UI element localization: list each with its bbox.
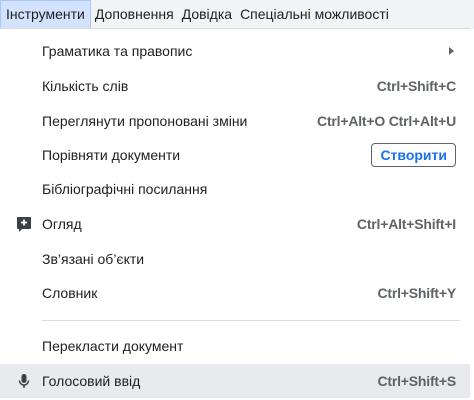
menu-item-label: Переглянути пропоновані зміни xyxy=(42,113,248,129)
menu-tools[interactable]: Інструменти xyxy=(0,0,91,28)
menu-item-shortcut: Ctrl+Alt+Shift+I xyxy=(356,216,456,232)
menu-item-label: Бібліографічні посилання xyxy=(42,181,208,197)
menu-item-label: Зв’язані об’єкти xyxy=(42,251,145,267)
menu-divider xyxy=(42,320,460,321)
menu-item-explore[interactable]: Огляд Ctrl+Alt+Shift+I xyxy=(0,207,470,241)
menu-item-dictionary[interactable]: Словник Ctrl+Shift+Y xyxy=(0,276,470,310)
menu-item-review-suggestions[interactable]: Переглянути пропоновані зміни Ctrl+Alt+O… xyxy=(0,104,470,138)
menu-bar: Інструменти Доповнення Довідка Спеціальн… xyxy=(0,0,474,29)
menu-item-shortcut: Ctrl+Alt+O Ctrl+Alt+U xyxy=(317,113,456,129)
menu-item-citations[interactable]: Бібліографічні посилання xyxy=(0,172,470,206)
microphone-icon xyxy=(16,373,32,389)
menu-item-word-count[interactable]: Кількість слів Ctrl+Shift+C xyxy=(0,69,470,103)
menu-item-compare-documents[interactable]: Порівняти документи Створити xyxy=(0,138,470,172)
menu-item-label: Граматика та правопис xyxy=(42,43,193,59)
menu-accessibility[interactable]: Спеціальні можливості xyxy=(236,0,393,28)
menu-item-label: Порівняти документи xyxy=(42,147,181,163)
menu-item-label: Словник xyxy=(42,285,98,301)
menu-item-shortcut: Ctrl+Shift+C xyxy=(376,78,456,94)
menu-item-translate-document[interactable]: Перекласти документ xyxy=(0,329,470,363)
menu-addons[interactable]: Доповнення xyxy=(91,0,178,28)
create-button[interactable]: Створити xyxy=(371,143,456,167)
menu-item-linked-objects[interactable]: Зв’язані об’єкти xyxy=(0,242,470,276)
menu-item-shortcut: Ctrl+Shift+S xyxy=(377,373,456,389)
menu-item-label: Перекласти документ xyxy=(42,338,184,354)
tools-dropdown: Граматика та правопис Кількість слів Ctr… xyxy=(0,29,474,400)
submenu-arrow-icon xyxy=(449,47,454,55)
menu-item-grammar[interactable]: Граматика та правопис xyxy=(0,34,470,68)
menu-item-label: Кількість слів xyxy=(42,78,129,94)
menu-item-voice-typing[interactable]: Голосовий ввід Ctrl+Shift+S xyxy=(0,364,470,398)
explore-plus-icon xyxy=(16,216,32,232)
menu-item-shortcut: Ctrl+Shift+Y xyxy=(377,285,456,301)
menu-help[interactable]: Довідка xyxy=(178,0,236,28)
menu-item-label: Огляд xyxy=(42,216,82,232)
menu-item-label: Голосовий ввід xyxy=(42,373,141,389)
